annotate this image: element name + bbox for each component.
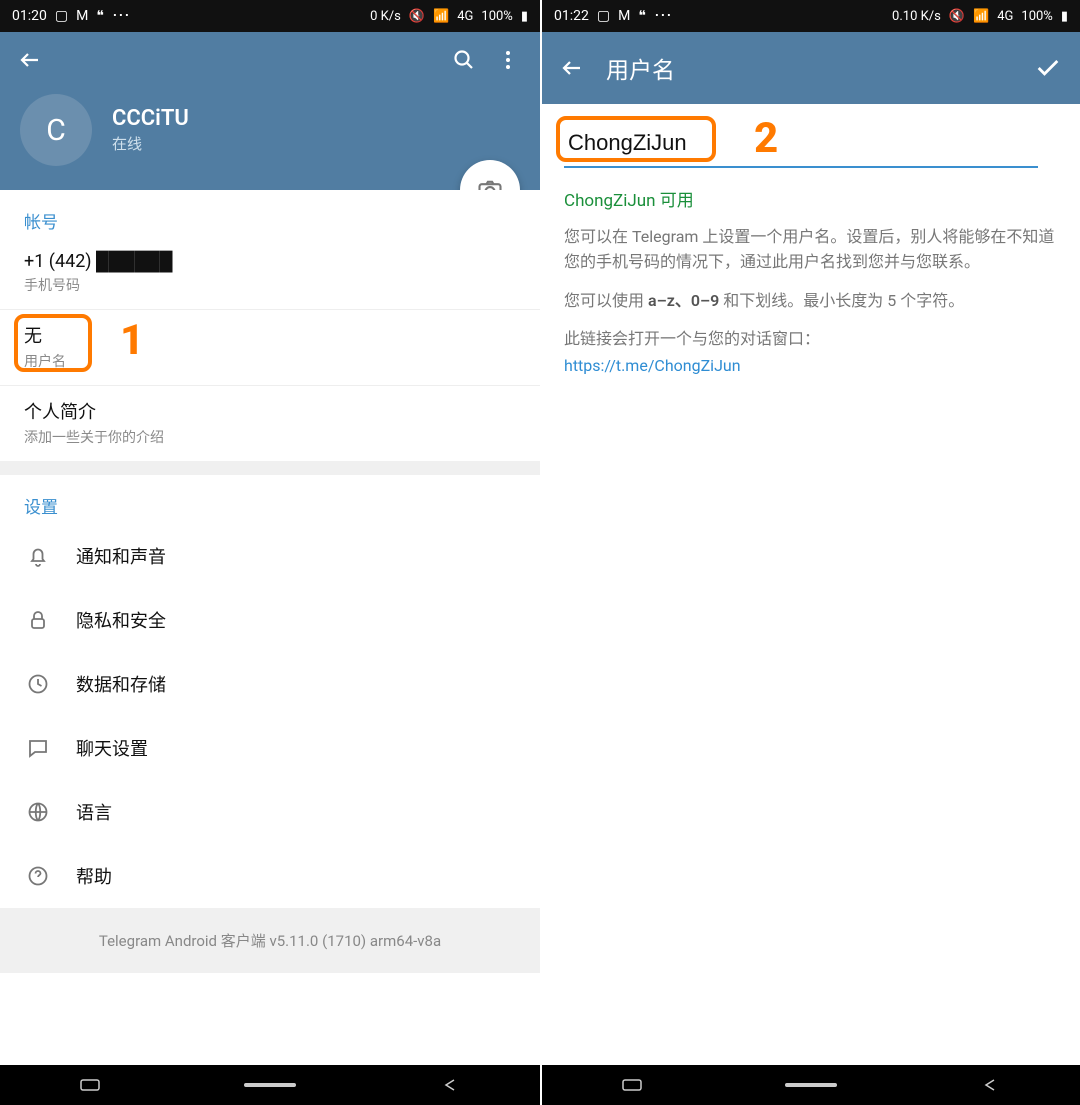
more-notifications-icon: [112, 7, 130, 25]
battery-icon: ▮: [521, 9, 528, 24]
hangouts-icon: ❝: [96, 8, 104, 24]
setting-privacy[interactable]: 隐私和安全: [0, 588, 540, 652]
setting-label: 帮助: [76, 863, 112, 889]
setting-chat[interactable]: 聊天设置: [0, 716, 540, 780]
setting-label: 聊天设置: [76, 735, 148, 761]
back-button[interactable]: [558, 54, 586, 82]
profile-name: CCCiTU: [112, 106, 189, 131]
setting-notifications[interactable]: 通知和声音: [0, 524, 540, 588]
more-menu-button[interactable]: [492, 44, 524, 76]
battery-level: 100%: [1021, 9, 1052, 24]
mute-icon: 🔇: [409, 9, 425, 24]
check-icon: [1034, 54, 1062, 82]
screen-title: 用户名: [606, 51, 1020, 85]
username-availability: ChongZiJun 可用: [564, 186, 1058, 211]
section-settings: 设置: [0, 475, 540, 524]
row-bio[interactable]: 个人简介 添加一些关于你的介绍: [0, 386, 540, 461]
help-text-2: 您可以使用 a–z、0–9 和下划线。最小长度为 5 个字符。: [564, 289, 1058, 314]
picture-icon: ▢: [597, 8, 610, 24]
mail-icon: M: [76, 8, 88, 24]
row-phone[interactable]: +1 (442) ██████ 手机号码: [0, 239, 540, 310]
lock-icon: [24, 606, 52, 634]
phone-left-settings: 01:20 ▢ M ❝ 0 K/s 🔇 📶 4G 100% ▮ C: [0, 0, 540, 1105]
net-speed: 0.10 K/s: [892, 9, 941, 24]
setting-label: 数据和存储: [76, 671, 166, 697]
search-button[interactable]: [448, 44, 480, 76]
section-account: 帐号: [0, 190, 540, 239]
wifi-icon: 📶: [433, 9, 449, 24]
help-text-2b: a–z、0–9: [648, 291, 719, 310]
nav-back-button[interactable]: [945, 1078, 1035, 1092]
chat-icon: [24, 734, 52, 762]
help-text-1: 您可以在 Telegram 上设置一个用户名。设置后，别人将能够在不知道您的手机…: [564, 225, 1058, 275]
bio-sub: 添加一些关于你的介绍: [24, 427, 516, 447]
android-nav-bar: [0, 1065, 540, 1105]
nav-recent-button[interactable]: [45, 1078, 135, 1092]
android-nav-bar: [542, 1065, 1080, 1105]
setting-label: 通知和声音: [76, 543, 166, 569]
picture-icon: ▢: [55, 8, 68, 24]
profile-link[interactable]: https://t.me/ChongZiJun: [564, 356, 741, 375]
profile-status: 在线: [112, 133, 189, 154]
more-notifications-icon: [654, 7, 672, 25]
wifi-icon: 📶: [973, 9, 989, 24]
avatar[interactable]: C: [20, 94, 92, 166]
signal-4g-icon: 4G: [457, 9, 473, 24]
phone-value: +1 (442) ██████: [24, 251, 516, 272]
app-bar: 用户名: [542, 32, 1080, 104]
hangouts-icon: ❝: [638, 8, 646, 24]
nav-home-button[interactable]: [766, 1078, 856, 1092]
phone-label: 手机号码: [24, 275, 516, 295]
signal-4g-icon: 4G: [997, 9, 1013, 24]
username-input[interactable]: [564, 122, 1038, 168]
username-value: 无: [24, 322, 516, 348]
section-divider: [0, 461, 540, 475]
help-text-3: 此链接会打开一个与您的对话窗口：: [564, 327, 1058, 352]
username-content: 2 ChongZiJun 可用 您可以在 Telegram 上设置一个用户名。设…: [542, 104, 1080, 1065]
back-button[interactable]: [16, 46, 44, 74]
app-bar: [0, 32, 540, 88]
setting-help[interactable]: 帮助: [0, 844, 540, 908]
globe-icon: [24, 798, 52, 826]
phone-right-username: 01:22 ▢ M ❝ 0.10 K/s 🔇 📶 4G 100% ▮ 用户名: [540, 0, 1080, 1105]
row-username[interactable]: 无 用户名 1: [0, 310, 540, 386]
setting-label: 隐私和安全: [76, 607, 166, 633]
setting-language[interactable]: 语言: [0, 780, 540, 844]
status-time: 01:22: [554, 8, 589, 24]
status-bar: 01:22 ▢ M ❝ 0.10 K/s 🔇 📶 4G 100% ▮: [542, 0, 1080, 32]
help-text-2c: 和下划线。最小长度为 5 个字符。: [719, 291, 964, 310]
annotation-number-1: 1: [120, 316, 144, 365]
nav-back-button[interactable]: [405, 1078, 495, 1092]
nav-home-button[interactable]: [225, 1078, 315, 1092]
nav-recent-button[interactable]: [587, 1078, 677, 1092]
help-icon: [24, 862, 52, 890]
battery-level: 100%: [481, 9, 512, 24]
mail-icon: M: [618, 8, 630, 24]
setting-label: 语言: [76, 799, 112, 825]
help-text-2a: 您可以使用: [564, 291, 648, 310]
profile-header: C CCCiTU 在线: [0, 88, 540, 190]
bell-icon: [24, 542, 52, 570]
settings-scroll[interactable]: 帐号 +1 (442) ██████ 手机号码 无 用户名 1 个人简介 添加一…: [0, 190, 540, 1065]
confirm-button[interactable]: [1032, 52, 1064, 84]
avatar-letter: C: [46, 113, 66, 148]
clock-icon: [24, 670, 52, 698]
annotation-number-2: 2: [754, 114, 778, 163]
status-time: 01:20: [12, 8, 47, 24]
status-bar: 01:20 ▢ M ❝ 0 K/s 🔇 📶 4G 100% ▮: [0, 0, 540, 32]
battery-icon: ▮: [1061, 9, 1068, 24]
setting-data[interactable]: 数据和存储: [0, 652, 540, 716]
bio-title: 个人简介: [24, 398, 516, 424]
annotation-highlight-1: [14, 314, 92, 372]
username-label: 用户名: [24, 351, 516, 371]
net-speed: 0 K/s: [370, 9, 401, 24]
version-footer: Telegram Android 客户端 v5.11.0 (1710) arm6…: [0, 908, 540, 973]
mute-icon: 🔇: [949, 9, 965, 24]
